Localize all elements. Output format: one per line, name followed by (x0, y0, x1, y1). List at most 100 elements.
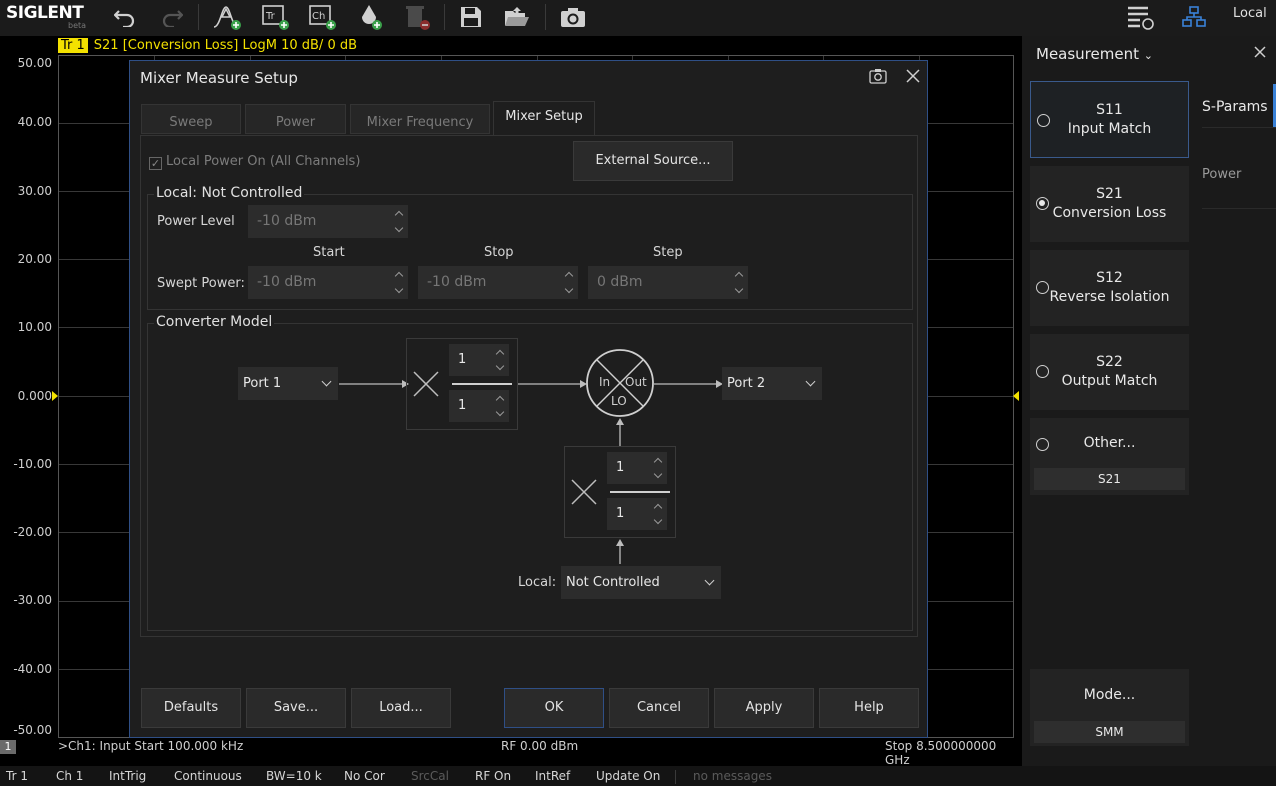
mode-value: SMM (1034, 721, 1185, 743)
increment-icon[interactable] (735, 270, 745, 278)
s21-conversion-loss-button[interactable]: S21 Conversion Loss (1030, 166, 1189, 242)
swept-stop-spinbox[interactable]: -10 dBm (418, 266, 578, 299)
status-trigger-source[interactable]: IntTrig (109, 769, 146, 783)
lo-numerator-spinbox[interactable]: 1 (607, 452, 667, 484)
screenshot-icon[interactable] (869, 68, 887, 88)
channel-power[interactable]: RF 0.00 dBm (501, 739, 578, 753)
remote-local-status: Local (1233, 6, 1267, 21)
tab-mixer-setup[interactable]: Mixer Setup (493, 101, 595, 135)
y-tick-label: -10.00 (13, 457, 52, 471)
checkmark-icon: ✓ (149, 157, 162, 170)
status-trigger-mode[interactable]: Continuous (174, 769, 242, 783)
add-channel-icon[interactable]: Ch (305, 0, 339, 34)
fraction-line (610, 491, 670, 493)
help-button[interactable]: Help (819, 688, 919, 728)
apply-button[interactable]: Apply (714, 688, 814, 728)
decrement-icon[interactable] (496, 410, 506, 418)
decrement-icon[interactable] (735, 287, 745, 295)
status-update[interactable]: Update On (596, 769, 660, 783)
add-ink-icon[interactable] (354, 0, 388, 34)
save-button[interactable]: Save... (246, 688, 346, 728)
open-folder-icon[interactable] (500, 0, 534, 34)
spinbox-value: 0 dBm (597, 274, 643, 290)
converter-model-group: Converter Model Port 1 In Out LO 1 1 Por… (147, 314, 913, 631)
increment-icon[interactable] (395, 270, 405, 278)
output-port-dropdown[interactable]: Port 2 (722, 367, 822, 400)
power-level-label: Power Level (157, 214, 235, 229)
power-level-spinbox[interactable]: -10 dBm (248, 205, 408, 238)
layout-icon[interactable] (1123, 0, 1157, 34)
increment-icon[interactable] (395, 209, 405, 217)
load-button[interactable]: Load... (351, 688, 451, 728)
status-messages: no messages (693, 769, 772, 783)
panel-title[interactable]: Measurement ⌄ (1036, 45, 1153, 63)
mixer-out-label: Out (625, 375, 647, 389)
tab-sweep[interactable]: Sweep (141, 104, 241, 134)
decrement-icon[interactable] (496, 364, 506, 372)
local-source-dropdown[interactable]: Not Controlled (561, 566, 721, 599)
reference-level-marker[interactable] (52, 391, 58, 401)
undo-icon[interactable] (108, 0, 142, 34)
ok-button[interactable]: OK (504, 688, 604, 728)
status-correction[interactable]: No Cor (344, 769, 385, 783)
decrement-icon[interactable] (395, 287, 405, 295)
tab-s-params[interactable]: S-Params (1202, 99, 1268, 115)
increment-icon[interactable] (496, 348, 506, 356)
y-tick-label: 30.00 (17, 184, 52, 198)
tab-power[interactable]: Power (1202, 167, 1241, 182)
external-source-button[interactable]: External Source... (573, 141, 733, 181)
channel-stop[interactable]: Stop 8.500000000 GHz (885, 739, 1020, 767)
tab-mixer-frequency[interactable]: Mixer Frequency (350, 104, 490, 134)
channel-badge[interactable]: 1 (0, 740, 16, 754)
local-label: Local: (518, 575, 557, 590)
status-channel[interactable]: Ch 1 (56, 769, 83, 783)
status-rf[interactable]: RF On (475, 769, 511, 783)
tab-power[interactable]: Power (245, 104, 346, 134)
dropdown-value: Port 2 (727, 376, 766, 391)
network-icon[interactable] (1177, 0, 1211, 34)
decrement-icon[interactable] (565, 287, 575, 295)
s12-reverse-isolation-button[interactable]: S12 Reverse Isolation (1030, 250, 1189, 326)
button-label: Mode... (1083, 687, 1136, 703)
add-trace-marker-icon[interactable] (210, 0, 244, 34)
decrement-icon[interactable] (654, 472, 664, 480)
spinbox-value: 1 (616, 460, 625, 475)
increment-icon[interactable] (565, 270, 575, 278)
defaults-button[interactable]: Defaults (141, 688, 241, 728)
channel-start[interactable]: >Ch1: Input Start 100.000 kHz (58, 739, 243, 753)
cancel-button[interactable]: Cancel (609, 688, 709, 728)
s22-output-match-button[interactable]: S22 Output Match (1030, 334, 1189, 410)
reference-level-marker-right[interactable] (1013, 391, 1019, 401)
close-icon[interactable] (1252, 44, 1270, 62)
swept-step-spinbox[interactable]: 0 dBm (588, 266, 748, 299)
button-line2: Reverse Isolation (1049, 289, 1170, 305)
input-denominator-spinbox[interactable]: 1 (449, 390, 509, 422)
status-trace[interactable]: Tr 1 (6, 769, 28, 783)
trace-title[interactable]: Tr 1 S21 [Conversion Loss] LogM 10 dB/ 0 … (58, 38, 357, 53)
decrement-icon[interactable] (654, 518, 664, 526)
increment-icon[interactable] (654, 502, 664, 510)
spinbox-value: -10 dBm (257, 274, 317, 290)
mode-button[interactable]: Mode... SMM (1030, 669, 1189, 746)
y-tick-label: 40.00 (17, 115, 52, 129)
trace-settings: S21 [Conversion Loss] LogM 10 dB/ 0 dB (93, 38, 358, 53)
add-trace-icon[interactable]: Tr (258, 0, 292, 34)
close-icon[interactable] (905, 68, 921, 88)
camera-icon[interactable] (556, 0, 590, 34)
increment-icon[interactable] (496, 394, 506, 402)
decrement-icon[interactable] (395, 226, 405, 234)
swept-start-spinbox[interactable]: -10 dBm (248, 266, 408, 299)
delete-icon[interactable] (400, 0, 434, 34)
status-reference[interactable]: IntRef (535, 769, 570, 783)
local-group: Local: Not Controlled Power Level -10 dB… (147, 185, 913, 310)
other-measurement-button[interactable]: Other... S21 (1030, 418, 1189, 495)
lo-denominator-spinbox[interactable]: 1 (607, 498, 667, 530)
status-source-cal[interactable]: SrcCal (411, 769, 449, 783)
save-icon[interactable] (454, 0, 488, 34)
increment-icon[interactable] (654, 456, 664, 464)
s11-input-match-button[interactable]: S11 Input Match (1030, 81, 1189, 158)
status-bandwidth[interactable]: BW=10 k (266, 769, 322, 783)
input-numerator-spinbox[interactable]: 1 (449, 344, 509, 376)
redo-icon[interactable] (155, 0, 189, 34)
local-power-on-checkbox[interactable]: ✓ Local Power On (All Channels) (149, 154, 360, 170)
